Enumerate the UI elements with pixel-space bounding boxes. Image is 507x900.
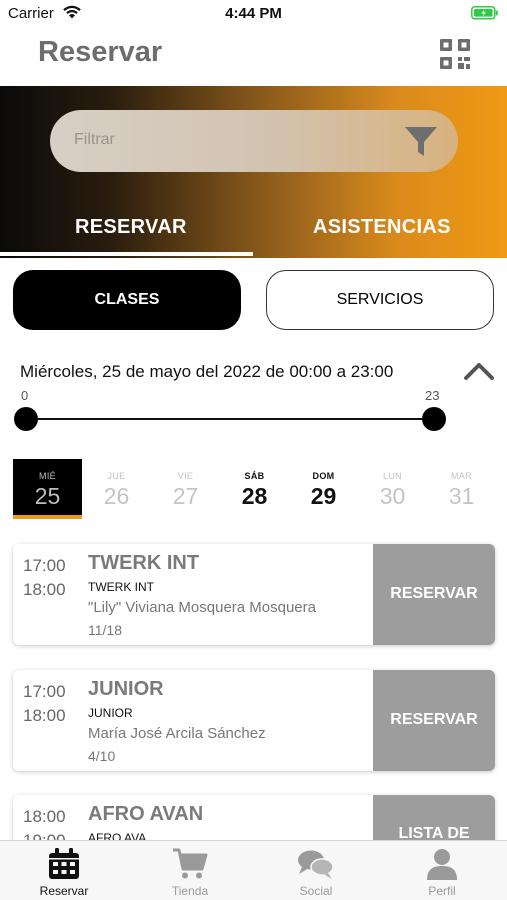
tab-reservar[interactable]: RESERVAR	[75, 216, 187, 239]
class-name: AFRO AVAN	[88, 803, 204, 825]
reservar-button[interactable]: RESERVAR	[373, 670, 495, 771]
day-name: VIE	[177, 471, 194, 481]
battery-icon	[471, 6, 499, 25]
end-time: 18:00	[23, 580, 66, 599]
class-subtitle: JUNIOR	[88, 706, 133, 720]
nav-tienda[interactable]: Tienda	[127, 841, 253, 900]
instructor-name: María José Arcila Sánchez	[88, 725, 266, 742]
day-name: DOM	[312, 471, 335, 481]
day-number: 26	[103, 483, 130, 509]
qr-code-icon[interactable]	[439, 38, 471, 70]
day-item-sun[interactable]: DOM 29	[289, 459, 358, 519]
day-item-wed[interactable]: MIÉ 25	[13, 459, 82, 519]
nav-perfil[interactable]: Perfil	[379, 841, 505, 900]
range-min-label: 0	[21, 388, 29, 403]
nav-social[interactable]: Social	[253, 841, 379, 900]
bottom-tab-bar: Reservar Tienda Social Perfil	[0, 840, 507, 900]
active-tab-indicator	[0, 252, 253, 256]
calendar-icon	[1, 847, 127, 881]
filter-placeholder: Filtrar	[74, 131, 115, 148]
hour-range-slider[interactable]	[26, 418, 434, 420]
page-title: Reservar	[38, 36, 163, 68]
start-time: 18:00	[23, 807, 66, 826]
selected-day-indicator	[13, 515, 82, 519]
reservar-button[interactable]: RESERVAR	[373, 544, 495, 645]
range-start-handle[interactable]	[14, 407, 38, 431]
filter-tabs-banner: Filtrar RESERVAR ASISTENCIAS	[0, 86, 507, 258]
day-name: SÁB	[244, 471, 265, 481]
nav-label: Tienda	[171, 884, 209, 898]
filter-icon[interactable]	[402, 122, 440, 165]
user-icon	[379, 847, 505, 881]
nav-label: Perfil	[428, 884, 456, 898]
start-time: 17:00	[23, 556, 66, 575]
class-name: JUNIOR	[88, 678, 164, 700]
day-name: JUE	[107, 471, 126, 481]
day-item-mon[interactable]: LUN 30	[358, 459, 427, 519]
range-max-label: 23	[425, 388, 440, 403]
chat-icon	[253, 847, 379, 881]
range-end-handle[interactable]	[422, 407, 446, 431]
clock: 4:44 PM	[225, 5, 282, 22]
day-item-tue[interactable]: MAR 31	[427, 459, 496, 519]
filter-input[interactable]: Filtrar	[50, 110, 458, 172]
capacity-count: 4/10	[88, 748, 116, 764]
day-name: LUN	[383, 471, 402, 481]
day-number: 31	[448, 483, 475, 509]
day-number: 25	[34, 483, 61, 509]
start-time: 17:00	[23, 682, 66, 701]
nav-reservar[interactable]: Reservar	[1, 841, 127, 900]
clases-button[interactable]: CLASES	[13, 270, 241, 330]
class-name: TWERK INT	[88, 552, 200, 574]
app-header: Reservar	[0, 30, 507, 86]
day-number: 29	[310, 483, 337, 509]
class-card[interactable]: 17:00 18:00 TWERK INT TWERK INT "Lily" V…	[13, 544, 495, 645]
tab-asistencias[interactable]: ASISTENCIAS	[313, 216, 451, 239]
nav-label: Reservar	[39, 884, 89, 898]
nav-label: Social	[299, 884, 333, 898]
day-number: 28	[241, 483, 268, 509]
day-item-sat[interactable]: SÁB 28	[220, 459, 289, 519]
cart-icon	[127, 847, 253, 881]
day-item-thu[interactable]: JUE 26	[82, 459, 151, 519]
date-range-title: Miércoles, 25 de mayo del 2022 de 00:00 …	[20, 362, 394, 381]
day-number: 30	[379, 483, 406, 509]
instructor-name: "Lily" Viviana Mosquera Mosquera	[88, 599, 316, 616]
class-subtitle: TWERK INT	[88, 580, 154, 594]
class-card[interactable]: 17:00 18:00 JUNIOR JUNIOR María José Arc…	[13, 670, 495, 771]
chevron-up-icon[interactable]	[462, 360, 496, 387]
capacity-count: 11/18	[88, 622, 122, 638]
day-number: 27	[172, 483, 199, 509]
day-name: MIÉ	[39, 471, 56, 481]
servicios-button[interactable]: SERVICIOS	[266, 270, 494, 330]
day-item-fri[interactable]: VIE 27	[151, 459, 220, 519]
status-bar: Carrier 4:44 PM	[0, 0, 507, 28]
end-time: 18:00	[23, 706, 66, 725]
day-name: MAR	[451, 471, 472, 481]
